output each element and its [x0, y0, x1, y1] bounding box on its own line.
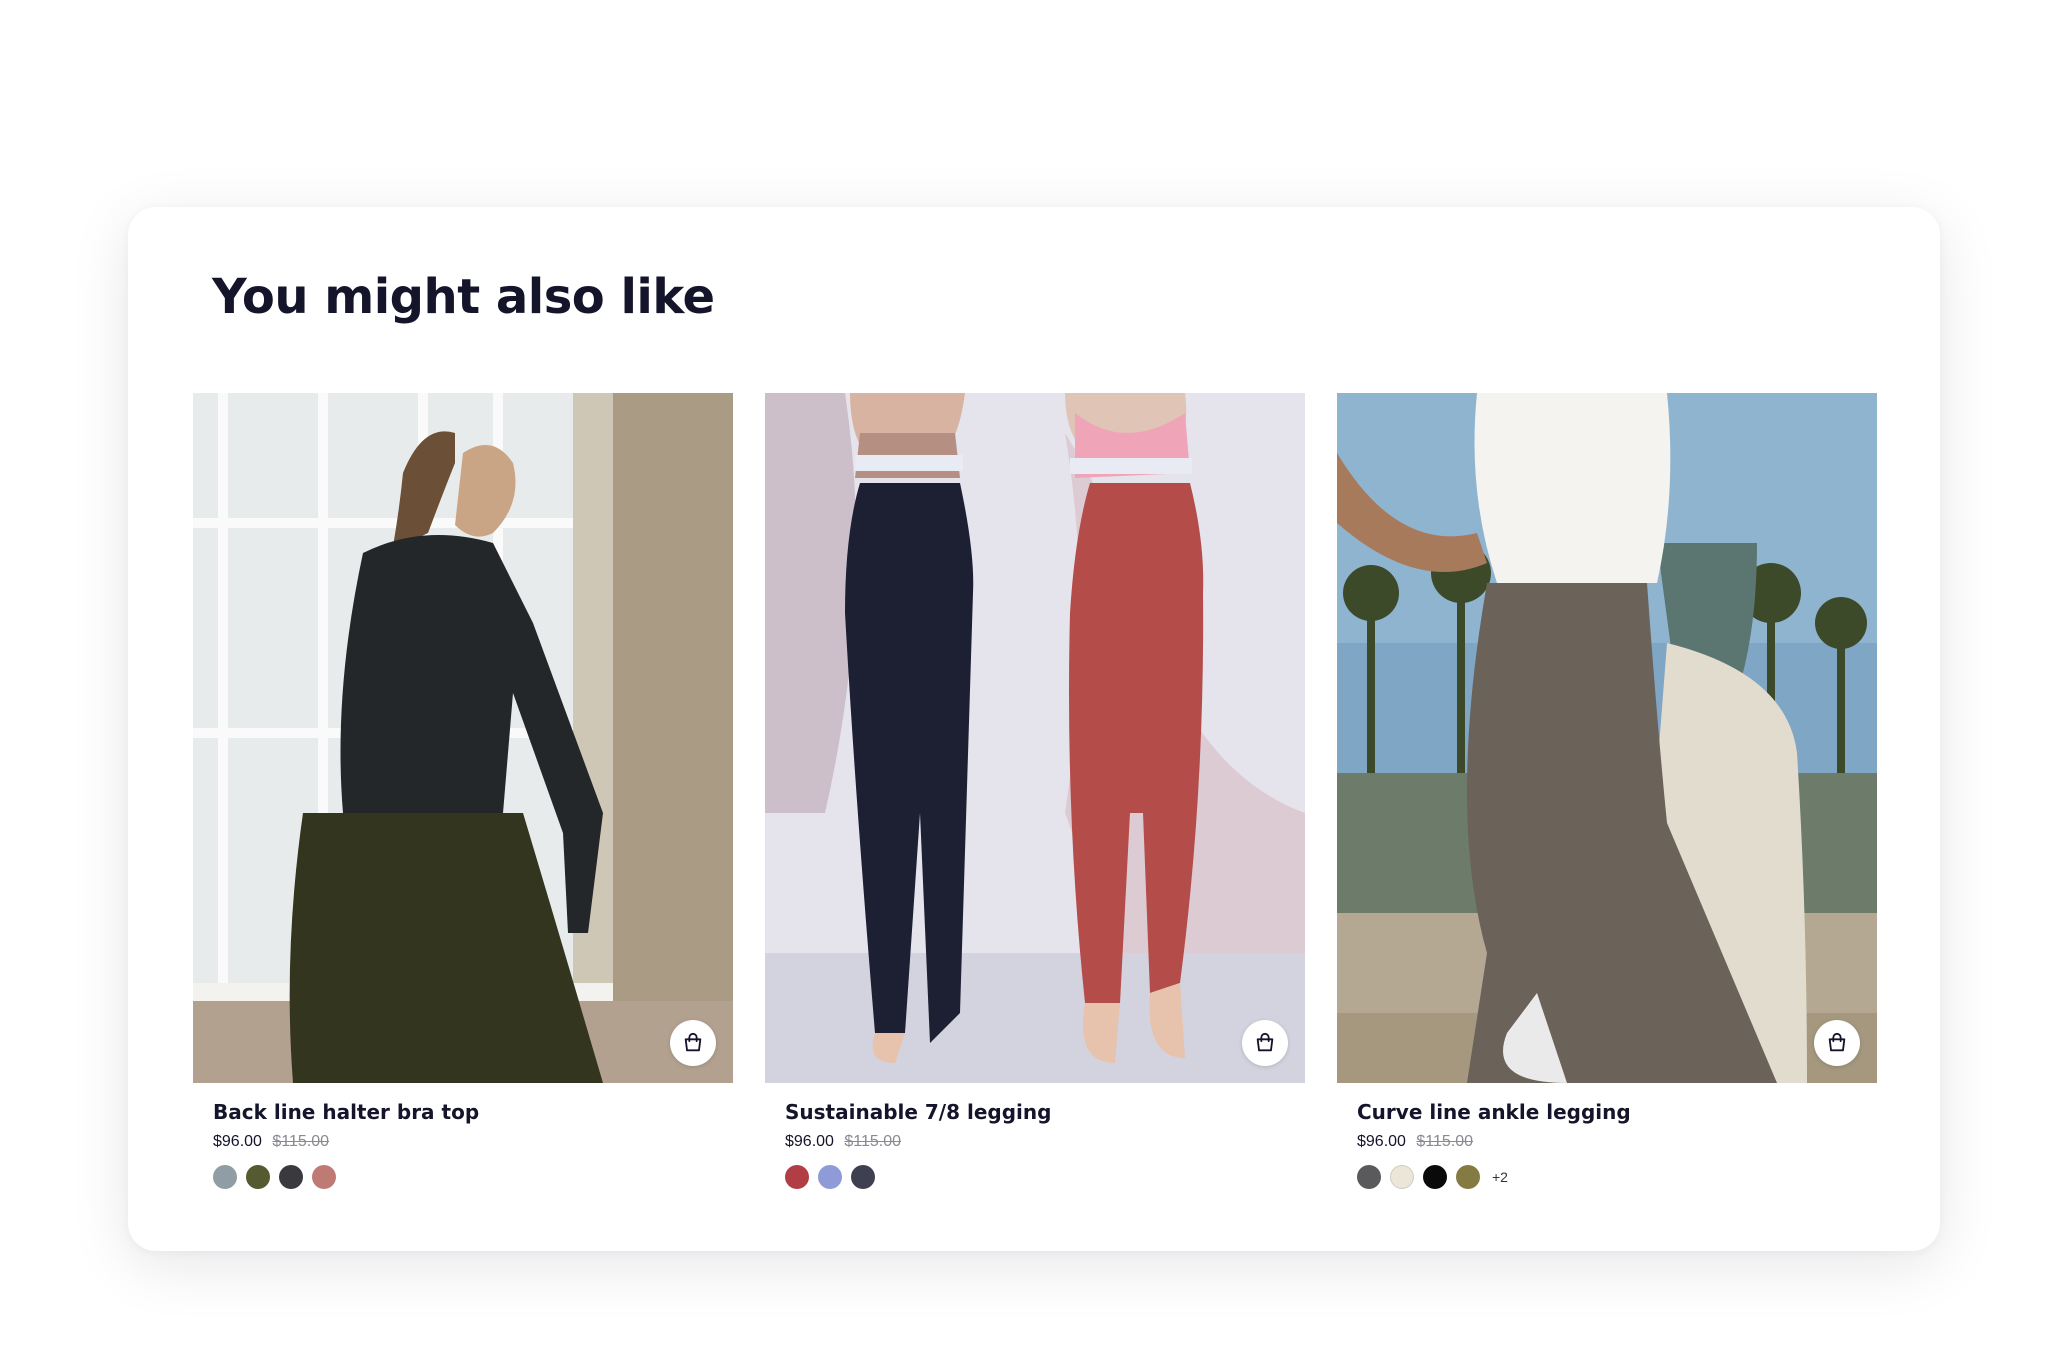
- more-colors-count[interactable]: +2: [1492, 1169, 1508, 1185]
- color-swatch[interactable]: [279, 1165, 303, 1189]
- product-price: $96.00 $115.00: [785, 1133, 1305, 1151]
- sale-price: $96.00: [213, 1133, 262, 1150]
- sale-price: $96.00: [785, 1133, 834, 1150]
- color-swatch[interactable]: [213, 1165, 237, 1189]
- product-name[interactable]: Back line halter bra top: [213, 1100, 733, 1124]
- product-card[interactable]: Sustainable 7/8 legging $96.00 $115.00: [765, 393, 1305, 1189]
- add-to-cart-button[interactable]: [1242, 1020, 1288, 1066]
- color-swatch[interactable]: [312, 1165, 336, 1189]
- shopping-bag-icon: [1828, 1032, 1846, 1052]
- product-name[interactable]: Curve line ankle legging: [1357, 1100, 1877, 1124]
- color-swatch[interactable]: [851, 1165, 875, 1189]
- original-price: $115.00: [1416, 1133, 1474, 1150]
- product-price: $96.00 $115.00: [1357, 1133, 1877, 1151]
- original-price: $115.00: [272, 1133, 330, 1150]
- shopping-bag-icon: [684, 1032, 702, 1052]
- color-swatch[interactable]: [818, 1165, 842, 1189]
- product-image[interactable]: [193, 393, 733, 1083]
- sale-price: $96.00: [1357, 1133, 1406, 1150]
- product-card[interactable]: Back line halter bra top $96.00 $115.00: [193, 393, 733, 1189]
- color-swatch[interactable]: [1423, 1165, 1447, 1189]
- product-image[interactable]: [1337, 393, 1877, 1083]
- color-swatch[interactable]: [1357, 1165, 1381, 1189]
- recommendations-card: You might also like Back line halter bra…: [128, 207, 1940, 1251]
- color-swatch[interactable]: [1390, 1165, 1414, 1189]
- color-swatches: +2: [1357, 1165, 1877, 1189]
- product-price: $96.00 $115.00: [213, 1133, 733, 1151]
- product-image[interactable]: [765, 393, 1305, 1083]
- original-price: $115.00: [844, 1133, 902, 1150]
- add-to-cart-button[interactable]: [1814, 1020, 1860, 1066]
- color-swatches: [213, 1165, 733, 1189]
- product-card[interactable]: Curve line ankle legging $96.00 $115.00 …: [1337, 393, 1877, 1189]
- product-name[interactable]: Sustainable 7/8 legging: [785, 1100, 1305, 1124]
- color-swatches: [785, 1165, 1305, 1189]
- shopping-bag-icon: [1256, 1032, 1274, 1052]
- color-swatch[interactable]: [785, 1165, 809, 1189]
- add-to-cart-button[interactable]: [670, 1020, 716, 1066]
- section-title: You might also like: [212, 269, 715, 325]
- color-swatch[interactable]: [1456, 1165, 1480, 1189]
- color-swatch[interactable]: [246, 1165, 270, 1189]
